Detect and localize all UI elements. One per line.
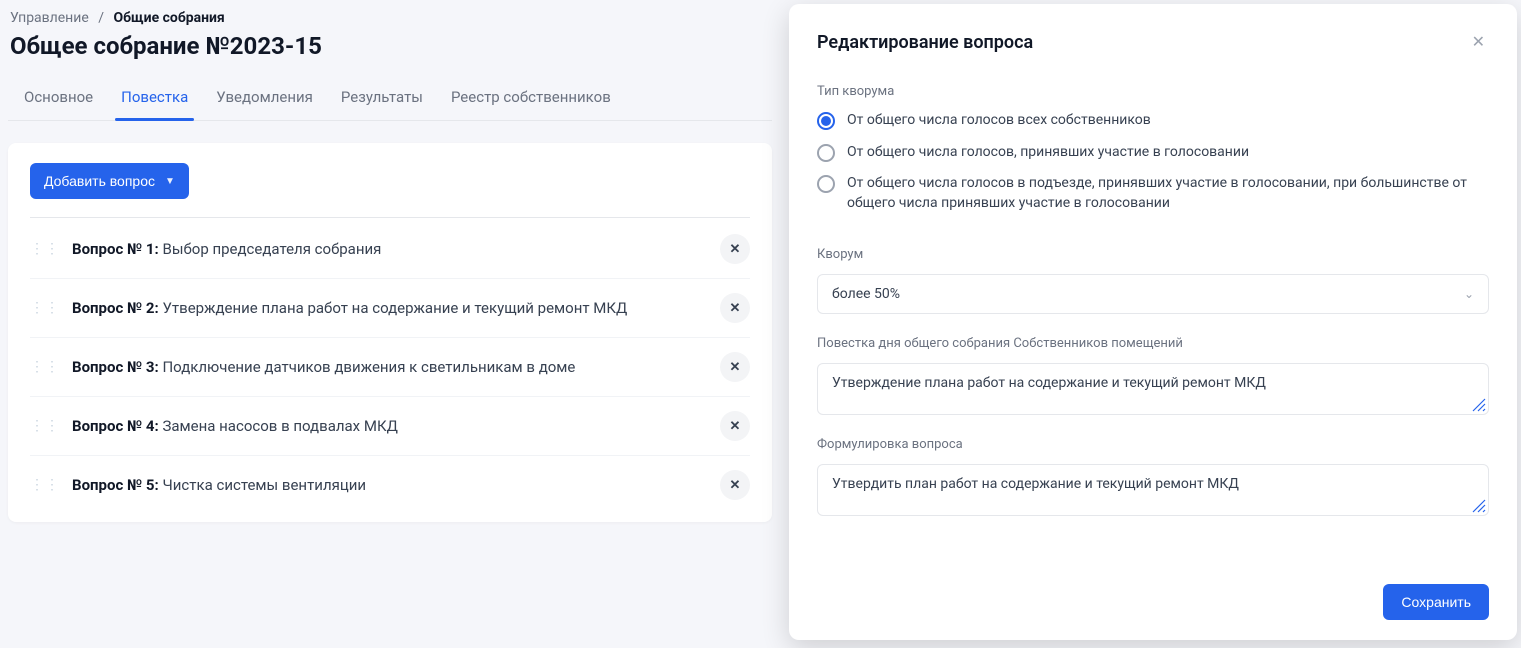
delete-question-button[interactable]: ✕ <box>720 352 750 382</box>
quorum-type-radio-group: От общего числа голосов всех собственник… <box>817 111 1489 225</box>
breadcrumb-root[interactable]: Управление <box>10 10 89 26</box>
caret-down-icon: ▼ <box>165 176 175 187</box>
agenda-textarea[interactable]: Утверждение плана работ на содержание и … <box>817 363 1489 415</box>
question-text: Вопрос № 1: Выбор председателя собрания <box>58 240 720 258</box>
edit-question-panel: Редактирование вопроса ✕ Тип кворума От … <box>789 4 1517 640</box>
question-title: Замена насосов в подвалах МКД <box>162 417 397 435</box>
delete-question-button[interactable]: ✕ <box>720 293 750 323</box>
quorum-type-option-2[interactable]: От общего числа голосов в подъезде, прин… <box>817 174 1489 213</box>
question-text: Вопрос № 3: Подключение датчиков движени… <box>58 358 720 376</box>
question-title: Подключение датчиков движения к светильн… <box>162 358 575 376</box>
drag-handle-icon[interactable]: ⋮⋮ <box>30 300 58 316</box>
tab-3[interactable]: Результаты <box>341 78 423 120</box>
tab-0[interactable]: Основное <box>24 78 93 120</box>
question-number: Вопрос № 2: <box>72 299 159 317</box>
quorum-type-option-1[interactable]: От общего числа голосов, принявших участ… <box>817 143 1489 163</box>
question-number: Вопрос № 5: <box>72 476 159 494</box>
main-content: Управление / Общие собрания Общее собран… <box>0 0 780 522</box>
question-title: Чистка системы вентиляции <box>162 476 366 494</box>
resize-handle-icon <box>1472 499 1486 513</box>
quorum-value: более 50% <box>832 286 900 302</box>
wording-value: Утвердить план работ на содержание и тек… <box>832 476 1474 492</box>
quorum-select[interactable]: более 50% ⌄ <box>817 274 1489 314</box>
question-row[interactable]: ⋮⋮Вопрос № 5: Чистка системы вентиляции✕ <box>30 456 750 514</box>
breadcrumb: Управление / Общие собрания <box>8 10 772 26</box>
question-row[interactable]: ⋮⋮Вопрос № 2: Утверждение плана работ на… <box>30 279 750 338</box>
quorum-label: Кворум <box>817 247 1489 262</box>
wording-label: Формулировка вопроса <box>817 437 1489 452</box>
tab-1[interactable]: Повестка <box>121 78 188 120</box>
radio-icon <box>817 144 835 162</box>
question-text: Вопрос № 5: Чистка системы вентиляции <box>58 476 720 494</box>
divider <box>30 217 750 218</box>
radio-label: От общего числа голосов, принявших участ… <box>847 143 1249 163</box>
question-number: Вопрос № 1: <box>72 240 159 258</box>
delete-question-button[interactable]: ✕ <box>720 470 750 500</box>
tab-2[interactable]: Уведомления <box>216 78 313 120</box>
add-question-button[interactable]: Добавить вопрос ▼ <box>30 163 189 199</box>
question-row[interactable]: ⋮⋮Вопрос № 1: Выбор председателя собрани… <box>30 220 750 279</box>
drag-handle-icon[interactable]: ⋮⋮ <box>30 477 58 493</box>
delete-question-button[interactable]: ✕ <box>720 234 750 264</box>
question-number: Вопрос № 3: <box>72 358 159 376</box>
tabs: Основное Повестка Уведомления Результаты Рее… <box>8 78 772 121</box>
question-number: Вопрос № 4: <box>72 417 159 435</box>
resize-handle-icon <box>1472 398 1486 412</box>
radio-icon <box>817 175 835 193</box>
wording-textarea[interactable]: Утвердить план работ на содержание и тек… <box>817 464 1489 516</box>
agenda-card: Добавить вопрос ▼ ⋮⋮Вопрос № 1: Выбор пр… <box>8 143 772 522</box>
breadcrumb-current: Общие собрания <box>114 10 225 26</box>
question-list: ⋮⋮Вопрос № 1: Выбор председателя собрани… <box>30 220 750 514</box>
page-title: Общее собрание №2023-15 <box>8 32 772 60</box>
question-row[interactable]: ⋮⋮Вопрос № 3: Подключение датчиков движе… <box>30 338 750 397</box>
question-text: Вопрос № 2: Утверждение плана работ на с… <box>58 299 720 317</box>
question-title: Выбор председателя собрания <box>162 240 381 258</box>
close-icon[interactable]: ✕ <box>1468 28 1489 56</box>
radio-icon <box>817 112 835 130</box>
agenda-value: Утверждение плана работ на содержание и … <box>832 375 1474 391</box>
delete-question-button[interactable]: ✕ <box>720 411 750 441</box>
save-button[interactable]: Сохранить <box>1383 584 1489 620</box>
radio-label: От общего числа голосов всех собственник… <box>847 111 1151 131</box>
drag-handle-icon[interactable]: ⋮⋮ <box>30 418 58 434</box>
agenda-label: Повестка дня общего собрания Собственник… <box>817 336 1489 351</box>
question-title: Утверждение плана работ на содержание и … <box>162 299 627 317</box>
drag-handle-icon[interactable]: ⋮⋮ <box>30 359 58 375</box>
quorum-type-option-0[interactable]: От общего числа голосов всех собственник… <box>817 111 1489 131</box>
drag-handle-icon[interactable]: ⋮⋮ <box>30 241 58 257</box>
breadcrumb-separator: / <box>98 10 104 26</box>
quorum-type-label: Тип кворума <box>817 84 1489 99</box>
question-text: Вопрос № 4: Замена насосов в подвалах МК… <box>58 417 720 435</box>
tab-4[interactable]: Реестр собственников <box>451 78 611 120</box>
question-row[interactable]: ⋮⋮Вопрос № 4: Замена насосов в подвалах … <box>30 397 750 456</box>
radio-label: От общего числа голосов в подъезде, прин… <box>847 174 1489 213</box>
add-question-label: Добавить вопрос <box>44 173 155 189</box>
panel-title: Редактирование вопроса <box>817 32 1033 53</box>
chevron-down-icon: ⌄ <box>1464 287 1474 301</box>
